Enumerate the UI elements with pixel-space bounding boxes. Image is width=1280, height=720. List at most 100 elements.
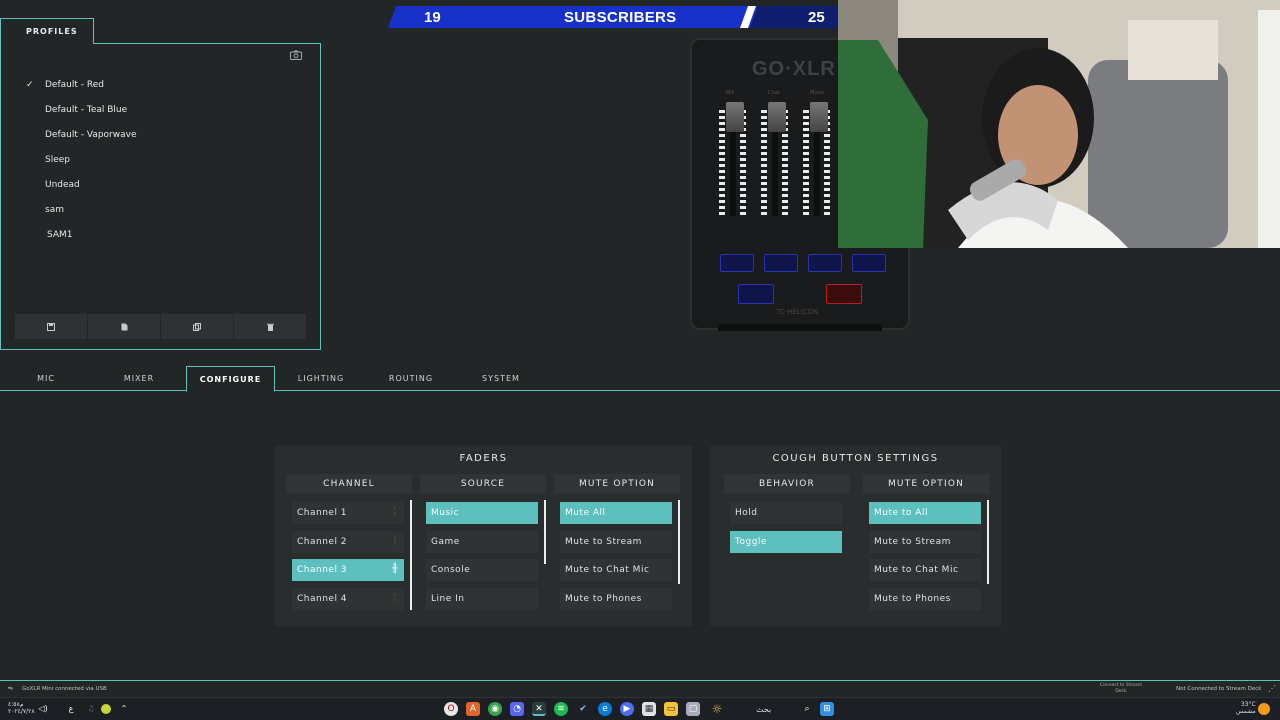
cough-mute-option[interactable]: Mute to Stream — [869, 531, 981, 553]
pin-icon[interactable]: ✔ — [576, 702, 590, 716]
chrome-icon[interactable]: ◉ — [488, 702, 502, 716]
profile-item[interactable]: Sleep — [26, 147, 306, 172]
source-option[interactable]: Game — [426, 531, 538, 553]
stream-deck-connect-link[interactable]: Connect to Stream Deck — [1098, 683, 1144, 695]
profile-item[interactable]: Undead — [26, 172, 306, 197]
webcam-overlay — [838, 0, 1280, 248]
app-icon-a[interactable]: A — [466, 702, 480, 716]
source-option[interactable]: Console — [426, 559, 538, 581]
chevron-up-icon[interactable]: ⌃ — [117, 702, 131, 716]
window-icon[interactable]: ▢ — [686, 702, 700, 716]
fader-knob — [810, 102, 828, 132]
profile-item[interactable]: Default - Teal Blue — [26, 97, 306, 122]
cough-title: COUGH BUTTON SETTINGS — [772, 453, 939, 464]
profiles-tab[interactable]: PROFILES — [0, 18, 94, 44]
cough-mute-header: MUTE OPTION — [863, 474, 989, 494]
device-mute-buttons — [720, 254, 886, 272]
profile-label: Default - Red — [45, 79, 104, 90]
mic-icon[interactable]: ♫ — [84, 702, 98, 716]
camera-icon[interactable] — [290, 50, 304, 61]
tab-routing[interactable]: ROUTING — [366, 366, 456, 391]
windows-start-icon[interactable]: ⊞ — [820, 702, 834, 716]
weather-icon[interactable] — [1258, 703, 1270, 715]
tab-mic[interactable]: MIC — [0, 366, 92, 391]
fader-mute-option[interactable]: Mute All — [560, 502, 672, 524]
clock[interactable]: م٤:٥٨ ٢٠٢٤/٧/٢٨ — [8, 701, 35, 715]
source-column: SOURCE Music Game Console Line In — [420, 474, 546, 624]
source-option[interactable]: Music — [426, 502, 538, 524]
subscriber-left-count: 19 — [424, 9, 441, 26]
channel-option[interactable]: Channel 4 ╎ — [292, 588, 404, 610]
fader-mute-option[interactable]: Mute to Chat Mic — [560, 559, 672, 581]
speaker-icon[interactable]: ◁) — [36, 702, 50, 716]
folder-icon[interactable]: ▭ — [664, 702, 678, 716]
resize-grip-icon[interactable]: ⋰ — [1268, 684, 1276, 693]
cough-mute-scrollbar[interactable] — [987, 500, 989, 584]
behavior-option[interactable]: Hold — [730, 502, 842, 524]
status-bar: ⇋ GoXLR Mini connected via USB Connect t… — [0, 681, 1280, 697]
store-icon[interactable]: ▦ — [642, 702, 656, 716]
search-icon[interactable]: ⌕ — [800, 702, 814, 716]
status-dot-icon[interactable] — [101, 704, 111, 714]
cough-mute-option[interactable]: Mute to All — [869, 502, 981, 524]
device-brand: GO·XLR — [752, 58, 836, 80]
language-indicator[interactable]: ع — [64, 702, 78, 716]
device-bleep-button — [738, 284, 774, 304]
channel-column: CHANNEL Channel 1 ╎ Channel 2 ╎ Channel 3 ╫… — [286, 474, 412, 624]
faders-title: FADERS — [459, 453, 508, 464]
subscriber-label: SUBSCRIBERS — [564, 9, 677, 26]
new-profile-button[interactable] — [88, 314, 160, 339]
fader-knob — [768, 102, 786, 132]
cough-mute-option[interactable]: Mute to Chat Mic — [869, 559, 981, 581]
goxlr-app-icon[interactable]: ✕ — [532, 702, 546, 716]
channel-option[interactable]: Channel 3 ╫ — [292, 559, 404, 581]
source-scrollbar[interactable] — [544, 500, 546, 564]
profile-label: Sleep — [45, 154, 71, 165]
check-icon: ✓ — [26, 79, 34, 90]
profile-item[interactable]: SAM1 — [26, 222, 306, 247]
fader-mute-option[interactable]: Mute to Stream — [560, 531, 672, 553]
weather-sun-icon[interactable]: ☼ — [710, 702, 724, 716]
channel-option[interactable]: Channel 1 ╎ — [292, 502, 404, 524]
profile-item[interactable]: Default - Vaporwave — [26, 122, 306, 147]
spotify-icon[interactable]: ≋ — [554, 702, 568, 716]
copy-profile-button[interactable] — [161, 314, 233, 339]
windows-taskbar: م٤:٥٨ ٢٠٢٤/٧/٢٨ ◁) ع ♫ ⌃ O A ◉ ◔ ✕ ≋ ✔ e … — [0, 697, 1280, 720]
device-mute-button — [764, 254, 798, 272]
delete-profile-button[interactable] — [234, 314, 306, 339]
tab-configure[interactable]: CONFIGURE — [186, 366, 275, 392]
device-fader: Chat — [760, 90, 790, 220]
cough-mute-option[interactable]: Mute to Phones — [869, 588, 981, 610]
profile-label: sam — [45, 204, 64, 215]
subscriber-banner: 19 SUBSCRIBERS 25 — [388, 6, 838, 28]
channel-option[interactable]: Channel 2 ╎ — [292, 531, 404, 553]
save-profile-button[interactable] — [15, 314, 87, 339]
edge-icon[interactable]: e — [598, 702, 612, 716]
tab-mixer[interactable]: MIXER — [93, 366, 185, 391]
behavior-option[interactable]: Toggle — [730, 531, 842, 553]
delete-icon — [266, 323, 274, 331]
device-mute-button — [808, 254, 842, 272]
discord-icon[interactable]: ◔ — [510, 702, 524, 716]
tab-lighting[interactable]: LIGHTING — [276, 366, 366, 391]
channel-scrollbar[interactable] — [410, 500, 412, 610]
fader-mute-scrollbar[interactable] — [678, 500, 680, 584]
source-option[interactable]: Line In — [426, 588, 538, 610]
device-cough-button — [826, 284, 862, 304]
usb-icon: ⇋ — [8, 685, 14, 692]
search-box[interactable]: بحث — [756, 705, 771, 714]
fader-mute-option[interactable]: Mute to Phones — [560, 588, 672, 610]
profile-item[interactable]: sam — [26, 197, 306, 222]
fader-knob — [726, 102, 744, 132]
device-mute-button — [852, 254, 886, 272]
fader-icon: ╎ — [392, 593, 398, 603]
profile-item[interactable]: ✓ Default - Red — [26, 72, 306, 97]
profile-label: SAM1 — [47, 229, 73, 240]
behavior-header: BEHAVIOR — [724, 474, 850, 494]
fader-icon: ╎ — [392, 536, 398, 546]
app-icon-blue[interactable]: ▶ — [620, 702, 634, 716]
app-icon-opera[interactable]: O — [444, 702, 458, 716]
device-base — [718, 324, 882, 331]
tab-system[interactable]: SYSTEM — [456, 366, 546, 391]
weather-widget[interactable]: 33°C مشمس — [1236, 701, 1256, 715]
